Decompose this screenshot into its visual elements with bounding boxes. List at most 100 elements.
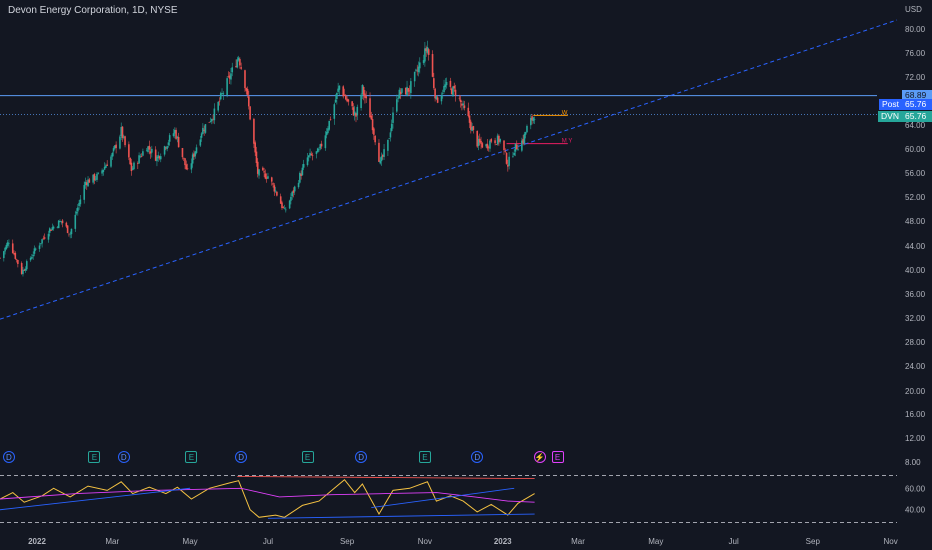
candle-body xyxy=(343,94,346,96)
candle-body xyxy=(124,136,126,146)
split-badge[interactable]: ⚡ xyxy=(533,451,546,463)
candle-body xyxy=(285,209,287,211)
candle-body xyxy=(32,254,34,257)
dividend-badge[interactable]: D xyxy=(117,451,130,463)
candle-body xyxy=(431,54,434,77)
candle-body xyxy=(310,153,313,155)
candle-body xyxy=(410,81,412,94)
candle-body xyxy=(329,119,332,120)
candle-body xyxy=(302,163,305,168)
earnings-badge[interactable]: E xyxy=(185,451,198,463)
price-tick-label: 24.00 xyxy=(905,362,926,371)
candle-body xyxy=(283,208,286,210)
candle-body xyxy=(236,59,239,68)
candle-body xyxy=(240,67,242,69)
candle-body xyxy=(34,248,37,250)
candle-body xyxy=(43,237,46,239)
dividend-badge[interactable]: D xyxy=(355,451,368,463)
osc-series-line xyxy=(0,478,535,518)
candle-body xyxy=(274,190,277,192)
candle-body xyxy=(282,206,285,208)
price-tick-label: 64.00 xyxy=(905,121,926,130)
currency-label: USD xyxy=(905,5,922,14)
candle-body xyxy=(383,149,385,157)
candle-body xyxy=(401,88,403,93)
price-tag-label: Post xyxy=(878,98,902,110)
candle-body xyxy=(505,152,508,164)
candle-body xyxy=(249,106,251,120)
candle-body xyxy=(318,149,320,151)
candle-body xyxy=(526,125,528,133)
candle-body xyxy=(462,103,464,106)
candle-body xyxy=(258,169,260,176)
earnings-badge[interactable]: E xyxy=(88,451,101,463)
candle-body xyxy=(334,99,337,103)
candle-body xyxy=(390,123,393,131)
candle-body xyxy=(441,93,444,95)
chart-title: Devon Energy Corporation, 1D, NYSE xyxy=(8,5,178,16)
candle-body xyxy=(347,99,350,102)
candle-body xyxy=(15,259,18,260)
candle-body xyxy=(320,143,323,147)
candle-body xyxy=(248,96,250,107)
candle-body xyxy=(61,220,64,224)
time-tick-label: Jul xyxy=(263,537,273,546)
candle-body xyxy=(181,147,184,158)
dividend-badge[interactable]: D xyxy=(2,451,15,463)
candle-body xyxy=(338,85,341,90)
candle-body xyxy=(499,139,501,142)
candle-body xyxy=(231,67,234,73)
candle-body xyxy=(115,144,117,149)
candle-body xyxy=(388,138,390,140)
time-tick-label: May xyxy=(648,537,663,546)
candle-body xyxy=(11,243,14,254)
candle-body xyxy=(133,162,135,169)
candle-body xyxy=(66,225,69,234)
candle-body xyxy=(222,93,225,95)
candle-body xyxy=(230,73,232,80)
candle-body xyxy=(415,69,417,71)
candle-body xyxy=(128,144,130,158)
candle-body xyxy=(523,133,526,144)
candle-body xyxy=(186,168,189,170)
price-tick-label: 76.00 xyxy=(905,49,926,58)
price-tick-label: 60.00 xyxy=(905,145,926,154)
candle-body xyxy=(533,119,536,120)
candle-body xyxy=(79,199,82,205)
candle-body xyxy=(276,191,278,196)
candle-body xyxy=(436,97,439,103)
price-tick-label: 48.00 xyxy=(905,217,926,226)
candle-body xyxy=(263,171,265,173)
price-tick-label: 80.00 xyxy=(905,25,926,34)
candle-body xyxy=(270,177,273,182)
candle-body xyxy=(433,78,435,88)
candle-body xyxy=(288,200,291,209)
price-tag-label: DVN xyxy=(878,110,902,122)
candle-body xyxy=(204,124,207,133)
chart-canvas[interactable]: W M Y 40.00 60.00 8.00 12.00 16.00 20.00 24.00… xyxy=(0,0,932,550)
candle-body xyxy=(365,96,368,99)
candle-body xyxy=(453,85,456,89)
earnings-badge[interactable]: E xyxy=(551,451,564,463)
candle-body xyxy=(272,183,274,185)
candle-body xyxy=(159,156,162,160)
candle-body xyxy=(195,147,198,153)
candle-body xyxy=(166,146,168,149)
time-tick-label: Nov xyxy=(418,537,432,546)
candle-body xyxy=(301,167,304,176)
earnings-badge[interactable]: E xyxy=(301,451,314,463)
candle-body xyxy=(88,179,91,183)
earnings-badge[interactable]: E xyxy=(418,451,431,463)
candle-body xyxy=(96,173,98,180)
candle-body xyxy=(262,167,264,171)
time-tick-label: Jul xyxy=(729,537,739,546)
candle-body xyxy=(52,226,55,229)
candle-body xyxy=(208,122,211,123)
candle-body xyxy=(102,169,105,173)
candle-body xyxy=(449,80,452,87)
candle-body xyxy=(17,259,19,264)
candle-body xyxy=(515,144,518,150)
candle-body xyxy=(200,133,203,138)
candle-body xyxy=(121,126,124,138)
candle-body xyxy=(246,88,249,95)
